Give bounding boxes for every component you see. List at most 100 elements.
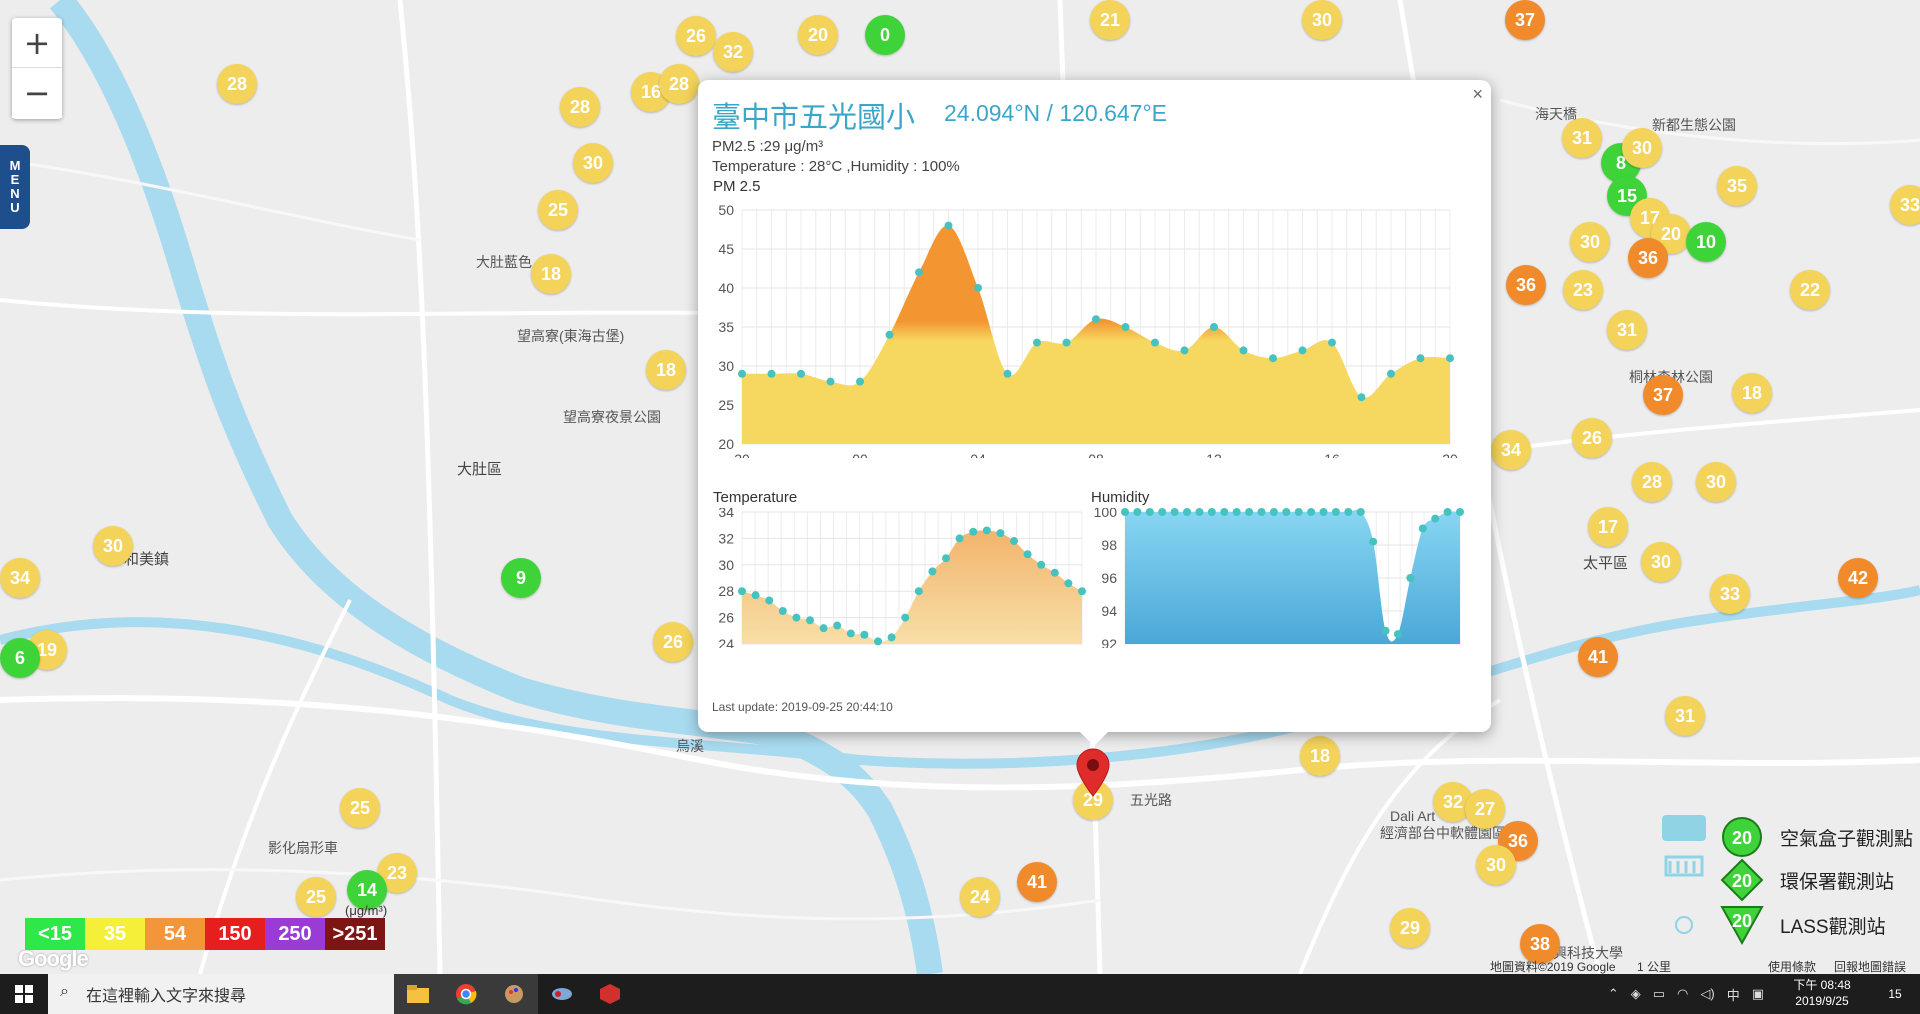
ime-indicator[interactable]: 中 <box>1727 985 1740 1004</box>
wifi-icon[interactable]: ◠ <box>1677 986 1688 1002</box>
menu-tab[interactable]: M E N U <box>0 145 30 229</box>
station-marker[interactable]: 22 <box>1790 270 1830 310</box>
clock-time: 下午 08:48 <box>1793 978 1851 992</box>
close-icon[interactable]: × <box>1472 84 1483 105</box>
paint-app-icon[interactable] <box>490 974 538 1014</box>
search-icon: ⌕ <box>60 983 69 1000</box>
data-point <box>1344 508 1353 516</box>
station-marker[interactable]: 28 <box>1632 462 1672 502</box>
station-marker[interactable]: 18 <box>1732 373 1772 413</box>
station-marker[interactable]: 36 <box>1628 238 1668 278</box>
station-marker[interactable]: 31 <box>1607 310 1647 350</box>
station-marker[interactable]: 36 <box>1506 265 1546 305</box>
station-marker[interactable]: 0 <box>865 15 905 55</box>
report-error-link[interactable]: 回報地圖錯誤 <box>1834 958 1906 975</box>
station-marker[interactable]: 30 <box>1696 462 1736 502</box>
station-marker[interactable]: 24 <box>960 877 1000 917</box>
station-marker[interactable]: 28 <box>560 87 600 127</box>
data-point <box>1121 323 1130 331</box>
station-marker[interactable]: 30 <box>1302 0 1342 40</box>
station-marker[interactable]: 41 <box>1017 862 1057 902</box>
station-marker[interactable]: 29 <box>1390 908 1430 948</box>
location-pin-icon[interactable] <box>1075 748 1111 798</box>
chrome-icon[interactable] <box>442 974 490 1014</box>
snipping-tool-icon[interactable] <box>538 974 586 1014</box>
station-marker[interactable]: 37 <box>1643 375 1683 415</box>
station-marker[interactable]: 30 <box>1570 222 1610 262</box>
file-explorer-icon[interactable] <box>394 974 442 1014</box>
y-tick-label: 45 <box>718 241 734 257</box>
station-marker[interactable]: 28 <box>217 64 257 104</box>
station-marker[interactable]: 20 <box>798 15 838 55</box>
data-point <box>1294 508 1303 516</box>
diamond-marker-icon: 20 <box>1720 858 1764 902</box>
station-marker[interactable]: 18 <box>646 350 686 390</box>
data-point <box>1210 323 1218 331</box>
data-point <box>1145 508 1154 516</box>
station-marker[interactable]: 31 <box>1562 118 1602 158</box>
station-marker[interactable]: 25 <box>538 190 578 230</box>
station-marker[interactable]: 41 <box>1578 637 1618 677</box>
station-marker[interactable]: 21 <box>1090 0 1130 40</box>
station-marker[interactable]: 30 <box>1641 542 1681 582</box>
keyboard-icon[interactable]: ▣ <box>1752 986 1764 1002</box>
station-marker[interactable]: 31 <box>1665 696 1705 736</box>
menu-letter: E <box>10 172 20 187</box>
data-point <box>1220 508 1229 516</box>
data-point <box>767 369 776 378</box>
station-marker[interactable]: 9 <box>501 558 541 598</box>
station-marker[interactable]: 30 <box>1622 128 1662 168</box>
station-marker[interactable]: 34 <box>0 558 40 598</box>
scale-label[interactable]: 1 公里 <box>1637 958 1671 975</box>
data-point <box>1298 346 1307 355</box>
station-marker[interactable]: 42 <box>1838 558 1878 598</box>
station-marker[interactable]: 25 <box>340 788 380 828</box>
station-marker[interactable]: 10 <box>1686 222 1726 262</box>
y-tick-label: 30 <box>718 358 734 374</box>
humidity-chart-title: Humidity <box>1091 489 1150 506</box>
station-marker[interactable]: 26 <box>676 16 716 56</box>
y-tick-label: 50 <box>718 202 734 218</box>
station-marker[interactable]: 26 <box>1572 418 1612 458</box>
windows-start-icon[interactable] <box>0 974 48 1014</box>
zoom-out-button[interactable]: − <box>12 68 62 118</box>
station-marker[interactable]: 34 <box>1491 430 1531 470</box>
notification-icon[interactable]: 15 <box>1878 982 1912 1006</box>
station-marker[interactable]: 30 <box>573 143 613 183</box>
volume-icon[interactable]: ◁) <box>1700 986 1714 1002</box>
taskbar-clock[interactable]: 下午 08:48 2019/9/25 <box>1782 977 1862 1009</box>
y-tick-label: 30 <box>718 557 734 573</box>
terms-link[interactable]: 使用條款 <box>1768 958 1816 975</box>
data-point <box>914 587 923 596</box>
station-marker[interactable]: 35 <box>1717 166 1757 206</box>
station-marker[interactable]: 25 <box>296 877 336 917</box>
station-marker[interactable]: 27 <box>1465 789 1505 829</box>
station-marker[interactable]: 6 <box>0 638 40 678</box>
data-point <box>1003 369 1012 378</box>
data-point <box>1406 574 1415 582</box>
station-marker[interactable]: 17 <box>1588 507 1628 547</box>
station-label: 空氣盒子觀測點 <box>1780 828 1914 850</box>
data-point <box>860 630 869 639</box>
shield-icon[interactable]: ◈ <box>1631 986 1641 1002</box>
station-marker[interactable]: 32 <box>713 32 753 72</box>
station-marker[interactable]: 26 <box>653 622 693 662</box>
station-marker[interactable]: 37 <box>1505 0 1545 40</box>
station-marker[interactable]: 28 <box>659 64 699 104</box>
data-point <box>1319 508 1328 516</box>
chevron-up-icon[interactable]: ⌃ <box>1608 986 1619 1002</box>
sketchup-icon[interactable] <box>586 974 634 1014</box>
taskbar-search[interactable]: ⌕ 在這裡輸入文字來搜尋 <box>48 974 394 1014</box>
battery-icon[interactable]: ▭ <box>1653 986 1665 1002</box>
station-marker[interactable]: 18 <box>531 254 571 294</box>
station-marker[interactable]: 30 <box>93 526 133 566</box>
station-marker[interactable]: 30 <box>1476 845 1516 885</box>
data-point <box>1183 508 1192 516</box>
station-marker[interactable]: 33 <box>1710 574 1750 614</box>
zoom-in-button[interactable]: + <box>12 18 62 68</box>
station-marker[interactable]: 23 <box>1563 270 1603 310</box>
data-point <box>846 629 855 638</box>
data-point <box>982 526 991 535</box>
station-marker[interactable]: 18 <box>1300 736 1340 776</box>
clock-date: 2019/9/25 <box>1795 994 1849 1008</box>
